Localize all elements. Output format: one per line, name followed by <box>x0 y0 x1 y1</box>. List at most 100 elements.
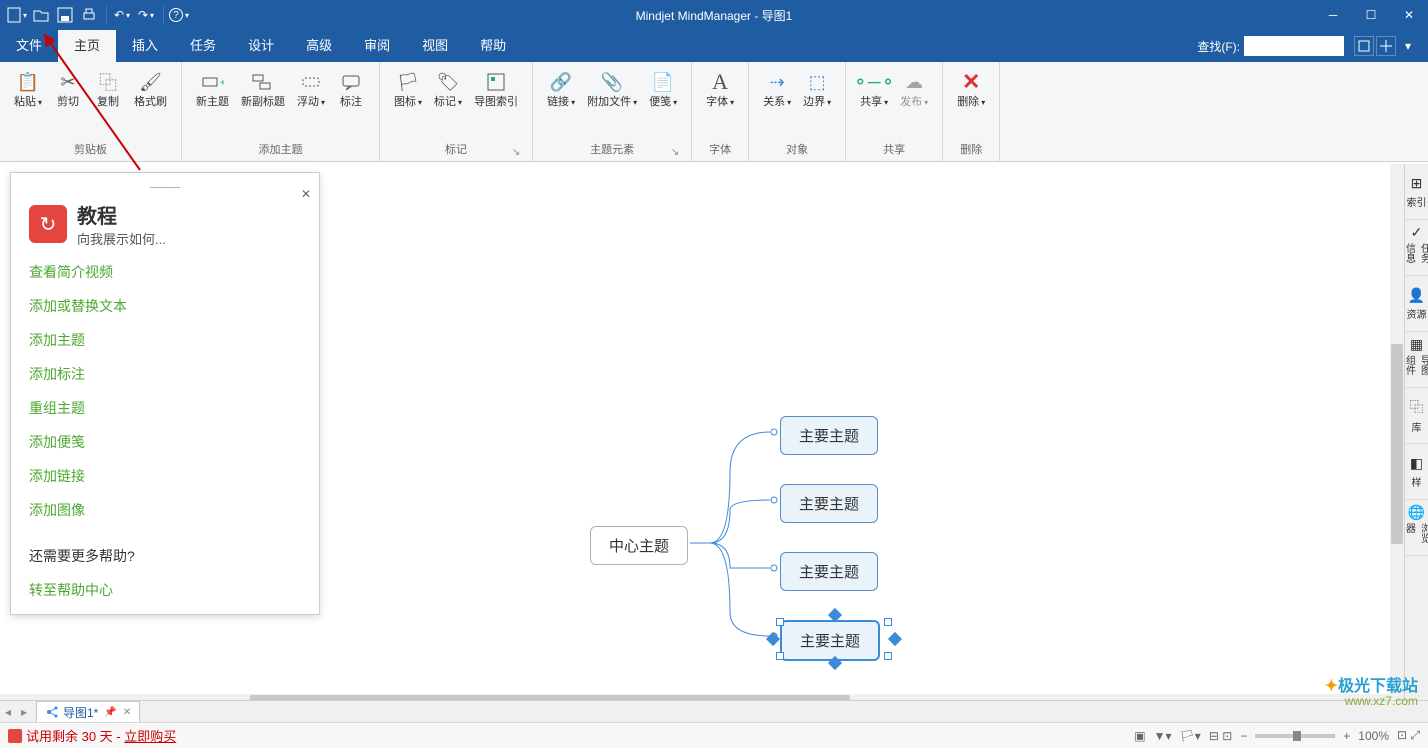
relationship-button[interactable]: ⇢关系▾ <box>757 66 797 139</box>
tab-advanced[interactable]: 高级 <box>290 30 348 62</box>
link-button[interactable]: 🔗链接▾ <box>541 66 581 139</box>
float-button[interactable]: 浮动▾ <box>291 66 331 139</box>
share-button[interactable]: ⚬─⚬共享▾ <box>854 66 894 139</box>
minimize-button[interactable]: ─ <box>1314 0 1352 30</box>
pin-icon[interactable]: 📌 <box>104 707 116 718</box>
main-topic-4-selected[interactable]: 主要主题 <box>780 620 880 661</box>
selection-handle[interactable] <box>884 652 892 660</box>
search-input[interactable] <box>1244 36 1344 56</box>
help-button[interactable]: ?▾ <box>168 4 190 26</box>
vertical-scrollbar[interactable] <box>1390 164 1404 712</box>
undo-button[interactable]: ↶▾ <box>111 4 133 26</box>
view-dropdown[interactable]: ▾ <box>1398 36 1418 56</box>
tutorial-link-link[interactable]: 添加链接 <box>29 466 301 486</box>
print-button[interactable] <box>78 4 100 26</box>
panel-subtitle: 向我展示如何... <box>77 229 166 248</box>
selection-handle[interactable] <box>776 618 784 626</box>
tutorial-link-callout[interactable]: 添加标注 <box>29 364 301 384</box>
panel-drag-handle[interactable]: ┄┄┄┄┄ <box>29 183 301 194</box>
tutorial-link-reorg[interactable]: 重组主题 <box>29 398 301 418</box>
panel-help-heading: 还需要更多帮助? <box>29 546 301 566</box>
new-doc-button[interactable]: ▾ <box>6 4 28 26</box>
side-tab-library[interactable]: ⿻库 <box>1405 388 1428 444</box>
view-mode-2[interactable] <box>1376 36 1396 56</box>
ribbon-group-font: A字体▾ 字体 <box>692 62 749 161</box>
tab-home[interactable]: 主页 <box>58 30 116 62</box>
document-tab-active[interactable]: 导图1* 📌 ✕ <box>36 701 140 723</box>
boundary-button[interactable]: ⬚边界▾ <box>797 66 837 139</box>
tab-review[interactable]: 审阅 <box>348 30 406 62</box>
elements-dialog-launcher[interactable]: ↘ <box>669 147 681 159</box>
side-tab-taskinfo[interactable]: ✓任务信息 <box>1405 220 1428 276</box>
tutorial-panel: ┄┄┄┄┄ ✕ ↻ 教程 向我展示如何... 查看简介视频 添加或替换文本 添加… <box>10 172 320 615</box>
tab-view[interactable]: 视图 <box>406 30 464 62</box>
publish-button[interactable]: ☁发布▾ <box>894 66 934 139</box>
view-mode-1[interactable] <box>1354 36 1374 56</box>
close-button[interactable]: ✕ <box>1390 0 1428 30</box>
tab-nav-next[interactable]: ▸ <box>16 705 32 719</box>
main-topic-2[interactable]: 主要主题 <box>780 484 878 523</box>
markers-dialog-launcher[interactable]: ↘ <box>510 147 522 159</box>
trial-status: 试用剩余 30 天 - 立即购买 <box>26 726 176 745</box>
maximize-button[interactable]: ☐ <box>1352 0 1390 30</box>
buy-now-link[interactable]: 立即购买 <box>124 729 176 744</box>
status-icon-1[interactable]: ▣ <box>1134 729 1145 743</box>
format-painter-button[interactable]: 🖌格式刷 <box>128 66 173 139</box>
tab-file[interactable]: 文件 <box>0 30 58 62</box>
side-tab-parts[interactable]: ▦导图组件 <box>1405 332 1428 388</box>
menu-bar: 文件 主页 插入 任务 设计 高级 审阅 视图 帮助 查找(F): ▾ <box>0 30 1428 62</box>
main-topic-3[interactable]: 主要主题 <box>780 552 878 591</box>
tutorial-link-topic[interactable]: 添加主题 <box>29 330 301 350</box>
selection-handle[interactable] <box>776 652 784 660</box>
ribbon-group-clipboard: 📋粘贴▾ ✂剪切 ⿻复制 🖌格式刷 剪贴板 <box>0 62 182 161</box>
side-tab-style[interactable]: ◧样 <box>1405 444 1428 500</box>
side-tab-index[interactable]: ⊞索引 <box>1405 164 1428 220</box>
delete-button[interactable]: ✕删除▾ <box>951 66 991 139</box>
zoom-slider[interactable] <box>1255 734 1335 738</box>
font-button[interactable]: A字体▾ <box>700 66 740 139</box>
selection-handle[interactable] <box>884 618 892 626</box>
map-index-button[interactable]: 导图索引 <box>468 66 524 139</box>
zoom-in-button[interactable]: + <box>1343 729 1350 743</box>
mindmap-doc-icon <box>45 705 59 719</box>
mindmap: 中心主题 主要主题 主要主题 主要主题 主要主题 <box>590 412 990 682</box>
new-subtopic-button[interactable]: 新副标题 <box>235 66 291 139</box>
tutorial-link-video[interactable]: 查看简介视频 <box>29 262 301 282</box>
tutorial-link-text[interactable]: 添加或替换文本 <box>29 296 301 316</box>
tab-help[interactable]: 帮助 <box>464 30 522 62</box>
save-button[interactable] <box>54 4 76 26</box>
tab-close-button[interactable]: ✕ <box>123 707 131 718</box>
attach-button[interactable]: 📎附加文件▾ <box>581 66 643 139</box>
panel-close-button[interactable]: ✕ <box>301 187 311 201</box>
callout-button[interactable]: 标注 <box>331 66 371 139</box>
center-topic[interactable]: 中心主题 <box>590 526 688 565</box>
status-icon-4[interactable]: ⊟ ⊡ <box>1209 729 1232 743</box>
icon-marker-button[interactable]: 🏳图标▾ <box>388 66 428 139</box>
open-button[interactable] <box>30 4 52 26</box>
paste-button[interactable]: 📋粘贴▾ <box>8 66 48 139</box>
tab-task[interactable]: 任务 <box>174 30 232 62</box>
tab-nav-prev[interactable]: ◂ <box>0 705 16 719</box>
side-tab-resources[interactable]: 👤资源 <box>1405 276 1428 332</box>
tag-button[interactable]: 🏷标记▾ <box>428 66 468 139</box>
zoom-out-button[interactable]: − <box>1240 729 1247 743</box>
ribbon-group-object: ⇢关系▾ ⬚边界▾ 对象 <box>749 62 846 161</box>
status-icon-3[interactable]: 🏳▾ <box>1180 729 1201 743</box>
canvas[interactable]: ┄┄┄┄┄ ✕ ↻ 教程 向我展示如何... 查看简介视频 添加或替换文本 添加… <box>0 162 1428 722</box>
status-icon-2[interactable]: ▼▾ <box>1154 729 1172 743</box>
cut-button[interactable]: ✂剪切 <box>48 66 88 139</box>
copy-button[interactable]: ⿻复制 <box>88 66 128 139</box>
new-topic-button[interactable]: +新主题 <box>190 66 235 139</box>
zoom-level[interactable]: 100% <box>1358 729 1389 743</box>
redo-button[interactable]: ↷▾ <box>135 4 157 26</box>
tab-design[interactable]: 设计 <box>232 30 290 62</box>
tutorial-icon: ↻ <box>29 205 67 243</box>
note-button[interactable]: 📄便笺▾ <box>643 66 683 139</box>
main-topic-1[interactable]: 主要主题 <box>780 416 878 455</box>
tab-insert[interactable]: 插入 <box>116 30 174 62</box>
tutorial-link-note[interactable]: 添加便笺 <box>29 432 301 452</box>
help-center-link[interactable]: 转至帮助中心 <box>29 580 301 600</box>
tutorial-link-image[interactable]: 添加图像 <box>29 500 301 520</box>
side-tab-browser[interactable]: 🌐浏览器 <box>1405 500 1428 556</box>
fit-button[interactable]: ⊡ ⤢ <box>1397 728 1420 743</box>
